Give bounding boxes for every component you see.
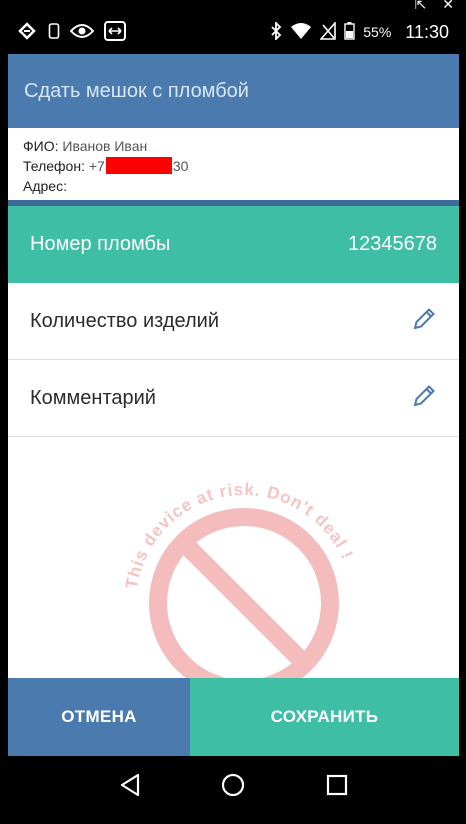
status-bar: 55% 11:30 xyxy=(8,10,459,54)
seal-number-row[interactable]: Номер пломбы 12345678 xyxy=(8,206,459,283)
address-label: Адрес: xyxy=(23,178,67,194)
quantity-row[interactable]: Количество изделий xyxy=(8,283,459,360)
prohibition-slash xyxy=(176,535,312,671)
page-title: Сдать мешок с пломбой xyxy=(24,79,249,102)
edit-quantity-pencil-icon[interactable] xyxy=(411,306,437,337)
back-icon[interactable] xyxy=(116,771,144,799)
comment-row[interactable]: Комментарий xyxy=(8,360,459,437)
edit-comment-pencil-icon[interactable] xyxy=(411,383,437,414)
prohibition-ring xyxy=(149,508,339,698)
customer-address-line: Адрес: xyxy=(23,176,444,196)
recent-apps-icon[interactable] xyxy=(323,771,351,799)
phone-screen: 55% 11:30 Сдать мешок с пломбой ФИО: Ива… xyxy=(8,10,459,814)
phone-label: Телефон: xyxy=(23,158,85,174)
status-time: 11:30 xyxy=(405,21,449,42)
eye-icon xyxy=(69,23,95,42)
sim-card-icon xyxy=(48,22,60,43)
phone-redaction xyxy=(105,157,172,174)
comment-label: Комментарий xyxy=(30,386,156,409)
phone-prefix: +7 xyxy=(88,158,105,174)
action-buttons: ОТМЕНА СОХРАНИТЬ xyxy=(8,678,459,756)
no-signal-icon xyxy=(319,20,337,43)
seal-number-label: Номер пломбы xyxy=(30,233,171,255)
phone-suffix: 30 xyxy=(172,158,189,174)
name-label: ФИО: xyxy=(23,138,59,154)
home-icon[interactable] xyxy=(219,771,247,799)
cancel-button[interactable]: ОТМЕНА xyxy=(8,678,190,756)
save-button[interactable]: СОХРАНИТЬ xyxy=(190,678,459,756)
battery-icon xyxy=(344,21,355,43)
navigation-bar xyxy=(8,756,459,814)
seal-number-value: 12345678 xyxy=(348,233,437,255)
name-value: Иванов Иван xyxy=(62,138,148,154)
battery-percent: 55% xyxy=(363,24,392,40)
customer-phone-line: Телефон: +7 30 xyxy=(23,156,444,176)
app-bar: Сдать мешок с пломбой xyxy=(8,54,459,128)
wifi-icon xyxy=(290,22,312,43)
bluetooth-icon xyxy=(270,20,282,43)
customer-name-line: ФИО: Иванов Иван xyxy=(23,136,444,156)
quantity-label: Количество изделий xyxy=(30,309,220,332)
watermark-text: This device at risk. Don't deal ! xyxy=(122,480,357,590)
navigation-icon xyxy=(18,21,38,43)
remote-control-icon xyxy=(104,20,126,44)
customer-info: ФИО: Иванов Иван Телефон: +7 30 Адрес: xyxy=(8,128,459,200)
